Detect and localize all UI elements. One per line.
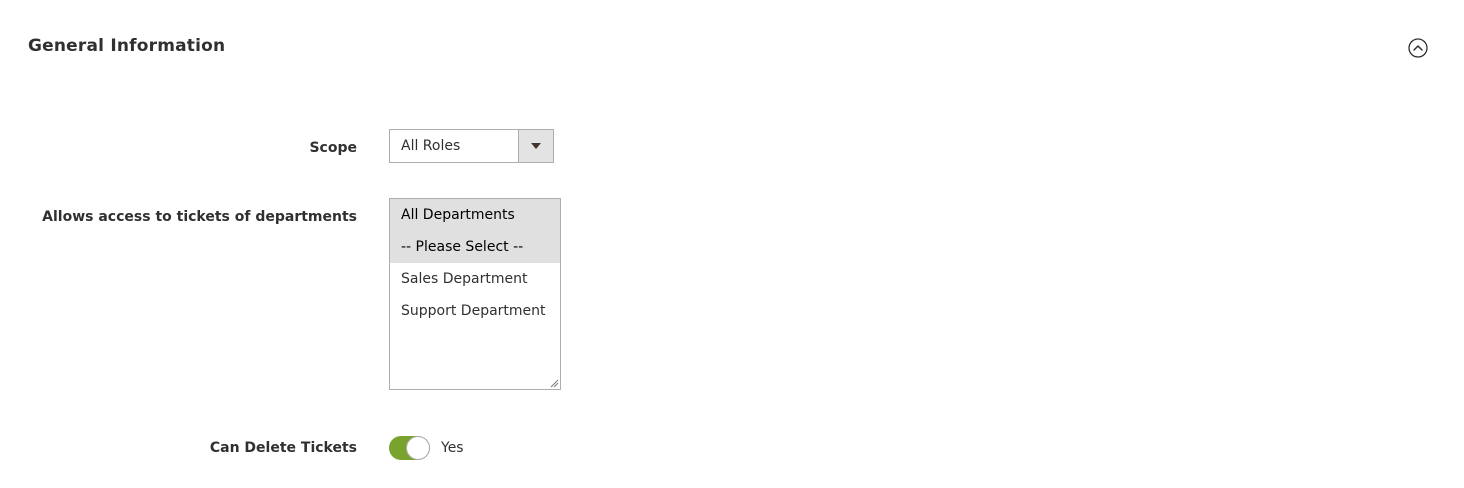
department-option-all[interactable]: All Departments (390, 199, 560, 231)
departments-multiselect[interactable]: All Departments -- Please Select -- Sale… (389, 198, 561, 390)
triangle-down-icon (531, 143, 541, 149)
collapse-button[interactable] (1408, 38, 1428, 58)
section-title[interactable]: General Information (28, 34, 225, 58)
can-delete-value-label: Yes (441, 440, 464, 456)
scope-select[interactable]: All Roles (389, 129, 554, 163)
departments-label: Allows access to tickets of departments (42, 209, 357, 225)
can-delete-toggle[interactable] (389, 436, 430, 460)
toggle-knob (406, 436, 430, 460)
department-option-sales[interactable]: Sales Department (390, 263, 560, 295)
scope-select-value: All Roles (401, 138, 461, 154)
department-option-please-select[interactable]: -- Please Select -- (390, 231, 560, 263)
chevron-up-circle-icon (1408, 38, 1428, 58)
scope-label: Scope (309, 140, 357, 156)
scope-select-arrow[interactable] (518, 130, 553, 162)
can-delete-label: Can Delete Tickets (209, 440, 357, 456)
resize-grip-icon[interactable] (549, 378, 559, 388)
general-information-panel: General Information Scope All Roles Allo… (0, 0, 1464, 488)
department-option-support[interactable]: Support Department (390, 295, 560, 327)
